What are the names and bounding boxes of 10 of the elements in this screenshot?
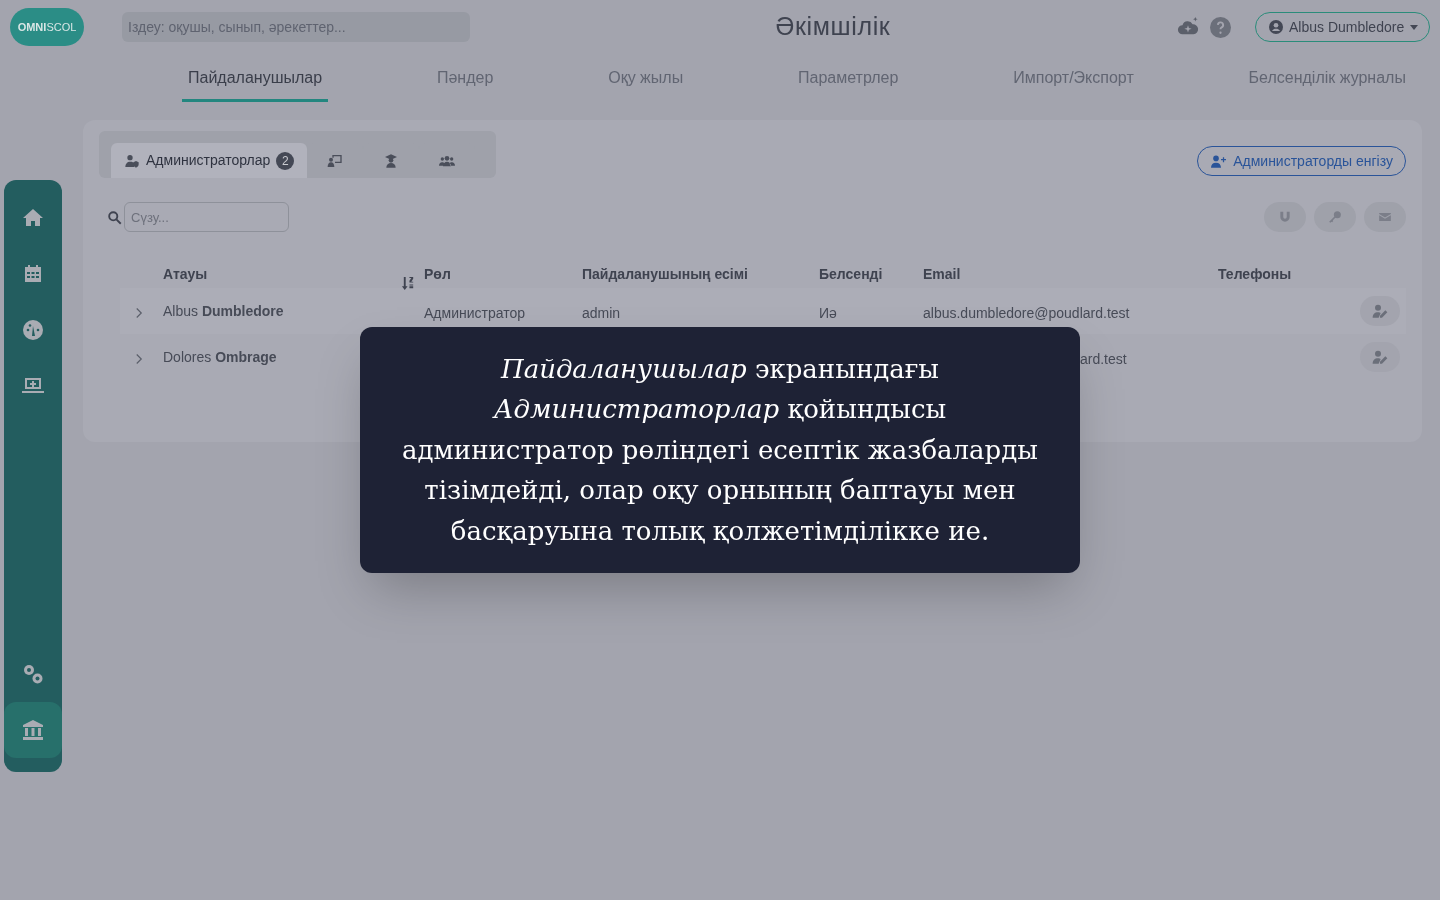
table-cell-text: Albus Dumbledore: [163, 301, 285, 321]
table-cell-text: albus.dumbledore@poudlard.test: [923, 303, 1131, 323]
table-cell-text: Администратор: [424, 303, 526, 323]
tooltip-text: Пайдаланушылар экранындағы Администраторлар қойындысы администратор рөліндегі есептік жазбаларды тізімдейді, олар оқу орнының баптауы мен басқаруына толық қолжетімділікке ие.: [401, 352, 1039, 548]
table-cell-text: Иә: [819, 303, 838, 323]
page-title: Әкімшілік: [775, 11, 891, 43]
table-cell-text: ard.test: [1079, 349, 1128, 369]
table-cell-text: Dolores Ombrage: [163, 347, 278, 367]
table-cell-text: admin: [582, 303, 622, 323]
count-badge: 2: [276, 151, 295, 170]
